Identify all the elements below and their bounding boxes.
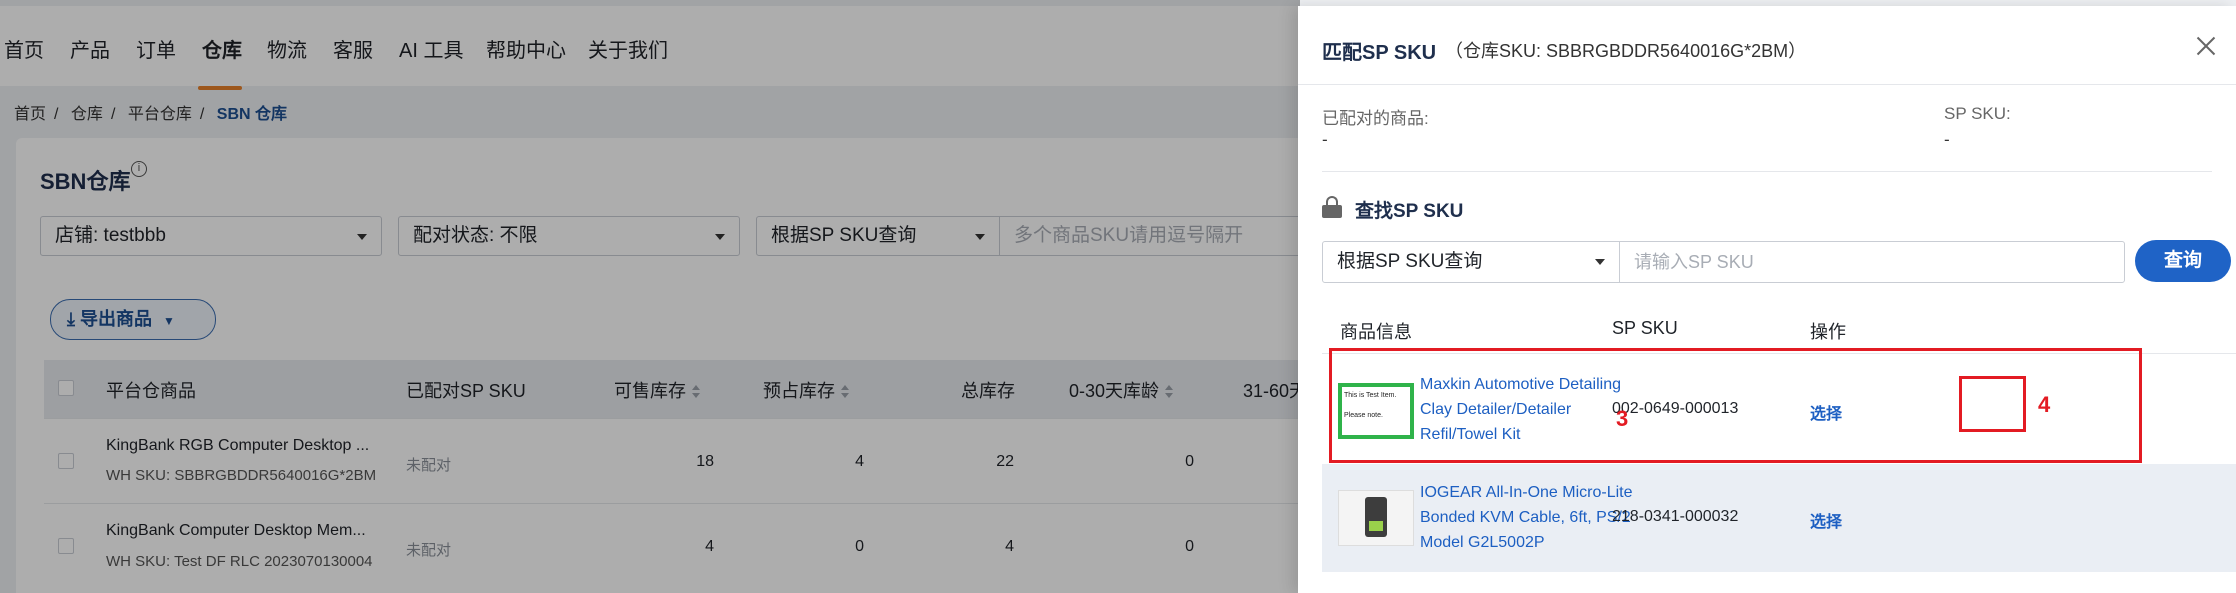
col-action: 操作 — [1810, 322, 1846, 342]
divider — [1322, 171, 2212, 172]
col-product-info: 商品信息 — [1340, 322, 1412, 342]
col-sp-sku: SP SKU — [1612, 318, 1678, 338]
result-sp-sku: 218-0341-000032 — [1612, 508, 1739, 525]
modal-overlay[interactable] — [0, 0, 1300, 593]
divider — [1298, 84, 2236, 85]
search-button[interactable]: 查询 — [2135, 240, 2231, 282]
sp-sku-search-input[interactable] — [1619, 241, 2125, 283]
close-icon[interactable] — [2194, 34, 2218, 58]
result-row: IOGEAR All-In-One Micro-Lite Bonded KVM … — [1322, 464, 2236, 572]
chevron-down-icon — [1595, 259, 1605, 265]
select-link[interactable]: 选择 — [1810, 508, 1842, 532]
matched-product-value: - — [1322, 130, 1328, 149]
matched-product-label: 已配对的商品: — [1322, 109, 1429, 128]
results-table-header — [1322, 302, 2236, 354]
sp-sku-value: - — [1944, 130, 1950, 149]
search-type-select[interactable]: 根据SP SKU查询 — [1322, 241, 1620, 283]
highlight-box-select — [1959, 376, 2026, 432]
find-sp-sku-title: 查找SP SKU — [1355, 201, 1464, 222]
cable-image-icon — [1365, 497, 1387, 537]
drawer-title: 匹配SP SKU — [1322, 42, 1437, 64]
sp-sku-label: SP SKU: — [1944, 104, 2011, 123]
search-type-value: 根据SP SKU查询 — [1337, 251, 1483, 272]
match-sku-drawer: 匹配SP SKU （仓库SKU: SBBRGBDDR5640016G*2BM） … — [1298, 6, 2236, 593]
page: { "nav": {"items": ["首页","产品","订单","仓库",… — [0, 0, 2236, 593]
product-link[interactable]: IOGEAR All-In-One Micro-Lite Bonded KVM … — [1420, 480, 1640, 555]
lock-icon — [1322, 196, 1342, 218]
drawer-subtitle: （仓库SKU: SBBRGBDDR5640016G*2BM） — [1445, 41, 1807, 61]
product-thumbnail — [1338, 490, 1414, 546]
annotation-label-3: 3 — [1616, 406, 1629, 431]
annotation-label-4: 4 — [2038, 392, 2051, 417]
